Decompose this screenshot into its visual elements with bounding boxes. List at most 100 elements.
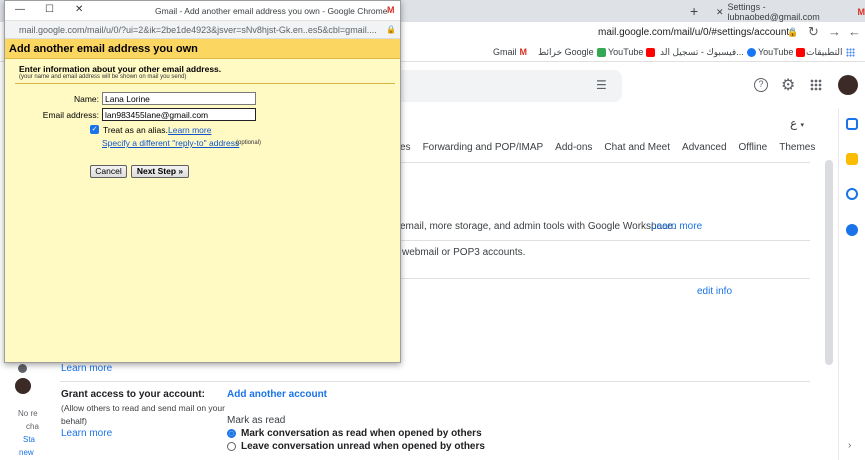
minimize-icon[interactable]: — — [15, 4, 25, 15]
workspace-text: email, more storage, and admin tools wit… — [400, 221, 676, 232]
email-field[interactable] — [102, 108, 256, 121]
optional-tag: (optional) — [236, 140, 262, 146]
tab-accounts-fragment[interactable]: es — [400, 142, 411, 153]
gmail-favicon-icon: M — [857, 7, 865, 17]
gmail-icon: M — [519, 47, 528, 57]
forward-icon[interactable]: → — [828, 24, 841, 39]
tab-offline[interactable]: Offline — [739, 142, 768, 153]
left-panel-link[interactable]: new — [19, 448, 34, 457]
bookmark-label: فيسبوك - تسجيل الد... — [660, 47, 744, 57]
back-icon[interactable]: ← — [848, 24, 861, 39]
learn-more-link[interactable]: Learn more — [61, 363, 112, 374]
add-another-account-link[interactable]: Add another account — [227, 389, 327, 400]
lock-icon: 🔒 — [386, 25, 396, 34]
keep-icon[interactable] — [846, 153, 858, 165]
calendar-icon[interactable] — [846, 118, 858, 130]
add-email-popup-window: — ☐ ✕ Gmail - Add another email address … — [4, 0, 401, 363]
divider — [15, 83, 395, 84]
popup-header-title: Add another email address you own — [9, 43, 198, 55]
grant-access-desc: (Allow others to read and send mail on y… — [61, 403, 225, 413]
input-tools-indicator[interactable]: ع ▾ — [790, 116, 804, 130]
new-tab-icon[interactable]: + — [690, 3, 698, 19]
help-icon[interactable]: ? — [754, 78, 768, 92]
pop3-text: webmail or POP3 accounts. — [402, 247, 526, 258]
gmail-favicon-icon: M — [387, 5, 395, 15]
radio-unselected[interactable] — [227, 442, 236, 451]
cancel-button[interactable]: Cancel — [90, 165, 127, 178]
url-text: mail.google.com/mail/u/0/#settings/accou… — [598, 27, 795, 38]
radio-selected[interactable] — [227, 429, 236, 438]
left-panel-link[interactable]: Sta — [23, 435, 35, 444]
lang-indicator-text: ع — [790, 116, 798, 130]
settings-tabs: es Forwarding and POP/IMAP Add-ons Chat … — [400, 142, 827, 153]
grant-access-desc-2: behalf) — [61, 416, 87, 426]
search-bar[interactable]: ☰ — [400, 70, 622, 102]
workspace-learn-more-link[interactable]: Learn more — [651, 221, 702, 232]
youtube-icon — [646, 47, 656, 57]
bookmark-apps[interactable]: التطبيقات — [806, 47, 855, 58]
divider — [400, 278, 810, 279]
bookmark-label: YouTube — [758, 47, 794, 57]
tab-title: Settings - lubnaobed@gmail.com — [727, 2, 820, 22]
alias-checkbox[interactable]: ✓ — [90, 125, 99, 134]
left-panel-text: No re — [18, 409, 38, 418]
bookmark-youtube-2[interactable]: YouTube — [758, 47, 806, 57]
popup-titlebar[interactable]: — ☐ ✕ Gmail - Add another email address … — [5, 1, 400, 21]
alias-label: Treat as an alias. — [103, 125, 168, 135]
alias-learn-more-link[interactable]: Learn more — [168, 125, 211, 135]
youtube-icon — [796, 47, 806, 57]
chevron-right-icon[interactable]: › — [848, 440, 851, 451]
google-apps-icon[interactable] — [810, 79, 822, 91]
reply-to-link[interactable]: Specify a different "reply-to" address — [102, 138, 239, 148]
mark-read-radio-row[interactable]: Mark conversation as read when opened by… — [227, 428, 482, 439]
popup-window-title: Gmail - Add another email address you ow… — [155, 6, 388, 16]
close-icon[interactable]: ✕ — [75, 4, 83, 15]
tab-addons[interactable]: Add-ons — [555, 142, 592, 153]
bookmark-label: Gmail — [493, 47, 517, 57]
leave-unread-label: Leave conversation unread when opened by… — [241, 441, 485, 452]
bookmark-label: خرائط Google — [538, 47, 594, 57]
tab-advanced[interactable]: Advanced — [682, 142, 726, 153]
scrollbar[interactable] — [825, 160, 833, 365]
leave-unread-radio-row[interactable]: Leave conversation unread when opened by… — [227, 441, 485, 452]
edit-info-link[interactable]: edit info — [697, 286, 732, 297]
tab-chat-meet[interactable]: Chat and Meet — [604, 142, 670, 153]
gear-icon[interactable]: ⚙ — [781, 75, 795, 95]
divider — [400, 240, 810, 241]
grant-access-title: Grant access to your account: — [61, 389, 205, 400]
search-options-icon[interactable]: ☰ — [596, 78, 607, 92]
name-field[interactable] — [102, 92, 256, 105]
left-panel-text: cha — [26, 422, 39, 431]
tab-forwarding[interactable]: Forwarding and POP/IMAP — [423, 142, 544, 153]
bookmark-gmail[interactable]: Gmail M — [493, 47, 527, 57]
browser-tab-settings[interactable]: ✕ Settings - lubnaobed@gmail.com M — [710, 2, 865, 22]
facebook-icon — [746, 48, 756, 57]
contacts-icon[interactable] — [846, 224, 858, 236]
tab-themes[interactable]: Themes — [779, 142, 815, 153]
avatar[interactable] — [838, 75, 858, 95]
divider — [60, 381, 810, 382]
popup-url-text: mail.google.com/mail/u/0/?ui=2&ik=2be1de… — [19, 25, 377, 35]
bookmark-label: YouTube — [608, 47, 644, 57]
mark-read-label: Mark conversation as read when opened by… — [241, 428, 482, 439]
bookmark-facebook[interactable]: فيسبوك - تسجيل الد... — [660, 47, 756, 58]
tasks-icon[interactable] — [846, 188, 858, 200]
popup-header: Add another email address you own — [5, 39, 400, 59]
maps-icon — [596, 48, 606, 57]
grant-learn-more-link[interactable]: Learn more — [61, 428, 112, 439]
lock-icon: 🔒 — [787, 27, 799, 37]
intro-title: Enter information about your other email… — [19, 64, 222, 74]
reload-icon[interactable]: ↻ — [808, 24, 819, 40]
name-label: Name: — [73, 94, 99, 104]
bookmark-youtube[interactable]: YouTube — [608, 47, 656, 57]
intro-subtitle: (your name and email address will be sho… — [19, 74, 187, 80]
next-step-button[interactable]: Next Step » — [131, 165, 189, 178]
chat-status-icon[interactable] — [18, 364, 27, 373]
bookmark-maps[interactable]: خرائط Google — [538, 47, 606, 58]
popup-url-bar: mail.google.com/mail/u/0/?ui=2&ik=2be1de… — [5, 21, 400, 39]
chat-avatar[interactable] — [15, 378, 31, 394]
chevron-down-icon: ▾ — [800, 122, 805, 129]
close-tab-icon[interactable]: ✕ — [716, 7, 724, 18]
email-label: Email address: — [42, 110, 99, 120]
maximize-icon[interactable]: ☐ — [45, 4, 54, 15]
